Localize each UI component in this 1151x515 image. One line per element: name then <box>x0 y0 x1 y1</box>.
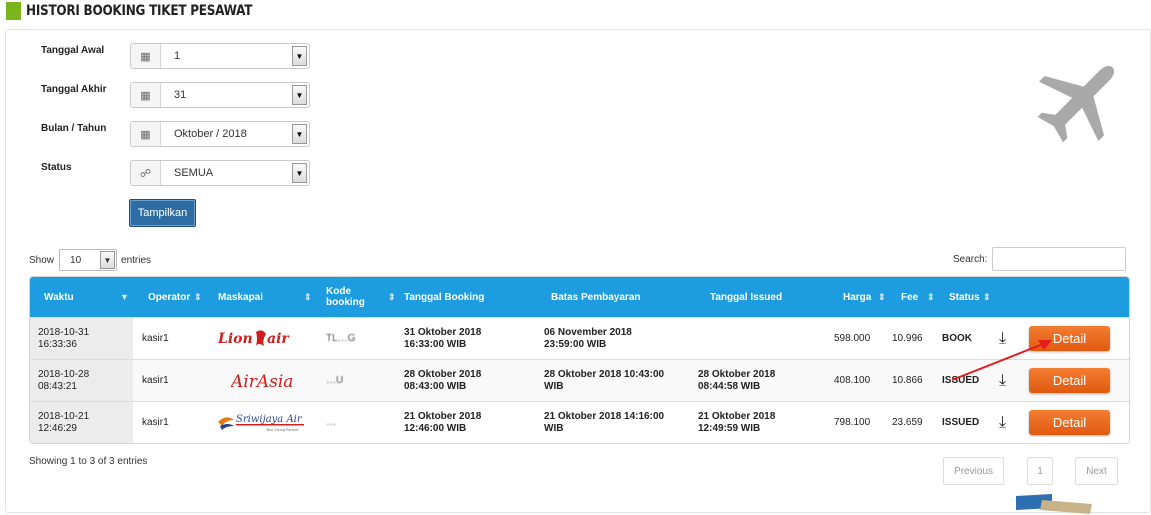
price-cell: 408.100 <box>834 374 871 386</box>
fee-cell: 10.996 <box>892 332 923 344</box>
booking-code-cell: TL…G <box>326 332 356 344</box>
show-label: Show <box>29 254 55 266</box>
start-date-value: 1 <box>174 50 181 62</box>
page-title: HISTORI BOOKING TIKET PESAWAT <box>26 3 253 19</box>
column-header-tanggal-booking[interactable]: Tanggal Booking <box>404 277 544 317</box>
booking-date-cell: 31 Oktober 2018 16:33:00 WIB <box>404 326 482 350</box>
price-cell: 598.000 <box>834 332 871 344</box>
search-control: Search: <box>953 247 1127 271</box>
operator-cell: kasir1 <box>142 416 169 428</box>
entries-value: 10 <box>70 254 82 266</box>
sort-icon: ▼ <box>120 292 129 302</box>
airplane-icon <box>1037 65 1115 143</box>
operator-cell: kasir1 <box>142 332 169 344</box>
download-icon[interactable]: ⤓ <box>999 402 1029 443</box>
booking-date-cell: 21 Oktober 2018 12:46:00 WIB <box>404 410 482 434</box>
waktu-cell: 2018-10-21 12:46:29 <box>30 402 133 443</box>
next-button[interactable]: Next <box>1075 457 1118 485</box>
table-info: Showing 1 to 3 of 3 entries <box>29 456 148 467</box>
column-header-kode-booking[interactable]: Kode booking ⇕ <box>316 277 404 317</box>
calendar-icon: ▦ <box>131 122 161 146</box>
sort-icon: ⇕ <box>194 291 202 302</box>
month-year-value: Oktober / 2018 <box>174 128 247 140</box>
table-header: Waktu ▼ Operator ⇕ Maskapai ⇕ Kode booking ⇕… <box>30 277 1129 317</box>
show-button[interactable]: Tampilkan <box>129 199 196 227</box>
entries-length-control: Show 10 ▼ entries <box>29 249 151 271</box>
fee-cell: 23.659 <box>892 416 923 428</box>
end-date-label: Tanggal Akhir <box>41 84 107 95</box>
svg-text:Lion: Lion <box>218 331 253 347</box>
table-row: 2018-10-21 12:46:29 kasir1 Sriwijaya Air Y… <box>30 401 1129 443</box>
chevron-down-icon[interactable]: ▼ <box>292 163 307 183</box>
start-date-label: Tanggal Awal <box>41 45 105 56</box>
annotation-arrow <box>951 340 1052 381</box>
price-cell: 798.100 <box>834 416 871 428</box>
status-value: SEMUA <box>174 167 214 179</box>
page-1-button[interactable]: 1 <box>1027 457 1053 485</box>
column-header-waktu[interactable]: Waktu ▼ <box>30 277 133 317</box>
waktu-cell: 2018-10-28 08:43:21 <box>30 360 133 401</box>
fee-cell: 10.866 <box>892 374 923 386</box>
sort-icon: ⇕ <box>388 291 396 302</box>
search-label: Search: <box>953 253 988 265</box>
chevron-down-icon[interactable]: ▼ <box>100 251 116 269</box>
column-header-batas-pembayaran[interactable]: Batas Pembayaran <box>544 277 696 317</box>
column-header-status[interactable]: Status ⇕ <box>942 277 1014 317</box>
svg-text:air: air <box>267 331 290 347</box>
header-accent-bar <box>6 2 21 20</box>
key-icon: ☍ <box>131 161 161 185</box>
calendar-icon: ▦ <box>131 83 161 107</box>
page: { "header": { "title": "HISTORI BOOKING … <box>0 0 1151 515</box>
month-year-select[interactable]: ▦ Oktober / 2018 ▼ <box>130 121 310 147</box>
entries-label: entries <box>121 254 152 266</box>
entries-select[interactable]: 10 ▼ <box>59 249 118 271</box>
search-input[interactable] <box>992 247 1127 271</box>
month-year-label: Bulan / Tahun <box>41 123 107 134</box>
sriwijaya-air-logo: Sriwijaya Air Your Flying Partner <box>206 402 316 443</box>
payment-deadline-cell: 28 Oktober 2018 10:43:00 WIB <box>544 368 665 392</box>
column-header-fee[interactable]: Fee ⇕ <box>892 277 942 317</box>
issued-date-cell <box>696 318 834 359</box>
end-date-select[interactable]: ▦ 31 ▼ <box>130 82 310 108</box>
page-header: HISTORI BOOKING TIKET PESAWAT <box>0 0 1151 22</box>
sort-icon: ⇕ <box>878 291 886 302</box>
sort-icon: ⇕ <box>304 291 312 302</box>
airasia-logo: AirAsia <box>206 360 316 401</box>
waktu-cell: 2018-10-31 16:33:36 <box>30 318 133 359</box>
svg-text:Your Flying Partner: Your Flying Partner <box>266 428 299 432</box>
payment-deadline-cell: 21 Oktober 2018 14:16:00 WIB <box>544 410 665 434</box>
chat-ribbon-icon[interactable] <box>1012 492 1094 514</box>
calendar-icon: ▦ <box>131 44 161 68</box>
svg-text:AirAsia: AirAsia <box>231 372 293 392</box>
detail-button[interactable]: Detail <box>1029 410 1110 435</box>
chevron-down-icon[interactable]: ▼ <box>292 85 307 105</box>
start-date-select[interactable]: ▦ 1 ▼ <box>130 43 310 69</box>
operator-cell: kasir1 <box>142 374 169 386</box>
issued-date-cell: 21 Oktober 2018 12:49:59 WIB <box>698 410 776 434</box>
sort-icon: ⇕ <box>927 291 935 302</box>
booking-code-cell: …U <box>326 374 344 386</box>
sort-icon: ⇕ <box>983 291 991 302</box>
chevron-down-icon[interactable]: ▼ <box>292 46 307 66</box>
end-date-value: 31 <box>174 89 187 101</box>
column-header-tanggal-issued[interactable]: Tanggal Issued <box>696 277 834 317</box>
previous-button[interactable]: Previous <box>943 457 1004 485</box>
column-header-maskapai[interactable]: Maskapai ⇕ <box>206 277 316 317</box>
svg-text:Sriwijaya Air: Sriwijaya Air <box>236 414 303 425</box>
column-header-harga[interactable]: Harga ⇕ <box>834 277 892 317</box>
status-cell: ISSUED <box>942 416 980 428</box>
chevron-down-icon[interactable]: ▼ <box>292 124 307 144</box>
booking-code-cell: … <box>326 416 336 428</box>
lion-air-logo: Lion air <box>206 318 316 359</box>
column-header-operator[interactable]: Operator ⇕ <box>133 277 206 317</box>
booking-date-cell: 28 Oktober 2018 08:43:00 WIB <box>404 368 482 392</box>
issued-date-cell: 28 Oktober 2018 08:44:58 WIB <box>698 368 776 392</box>
payment-deadline-cell: 06 November 2018 23:59:00 WIB <box>544 326 632 350</box>
status-label: Status <box>41 162 72 173</box>
status-select[interactable]: ☍ SEMUA ▼ <box>130 160 310 186</box>
